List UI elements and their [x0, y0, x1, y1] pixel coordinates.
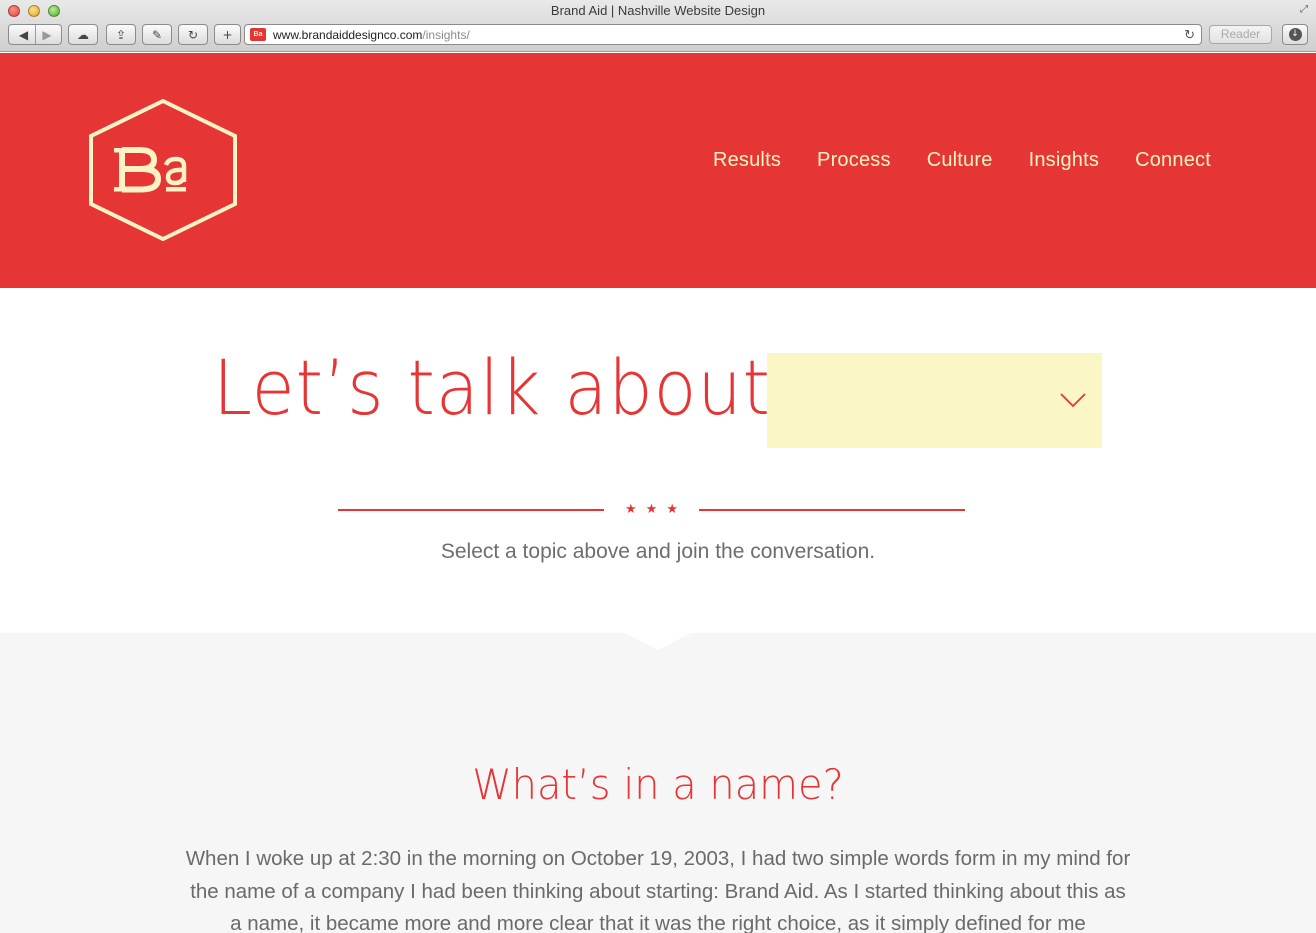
back-forward-buttons: ◀ ▶	[8, 24, 62, 45]
main-nav: Results Process Culture Insights Connect	[713, 149, 1211, 172]
download-icon: ↓	[1288, 28, 1302, 41]
wrench-icon: ✎	[151, 27, 163, 42]
new-tab-button[interactable]: +	[214, 24, 241, 45]
reader-button[interactable]: Reader	[1209, 25, 1272, 44]
nav-connect[interactable]: Connect	[1135, 149, 1211, 172]
site-favicon-icon: Ba	[250, 28, 266, 41]
nav-process[interactable]: Process	[817, 149, 891, 172]
icloud-tabs-button[interactable]: ☁	[68, 24, 98, 45]
address-bar[interactable]: Ba www.brandaiddesignco.com/insights/ ↻	[244, 24, 1202, 45]
browser-toolbar: Brand Aid | Nashville Website Design ⤢ ◀…	[0, 0, 1316, 52]
section-notch	[625, 633, 691, 650]
logo-monogram-icon	[114, 147, 187, 193]
window-title: Brand Aid | Nashville Website Design	[550, 3, 766, 18]
share-icon: ⇪	[115, 27, 127, 42]
nav-insights[interactable]: Insights	[1029, 149, 1100, 172]
history-button[interactable]: ↻	[178, 24, 208, 45]
article-body: When I woke up at 2:30 in the morning on…	[185, 847, 1131, 933]
nav-results[interactable]: Results	[713, 149, 781, 172]
tools-button[interactable]: ✎	[142, 24, 172, 45]
divider-line-left	[338, 509, 604, 511]
cloud-icon: ☁	[77, 27, 89, 42]
forward-arrow-icon[interactable]: ▶	[35, 25, 58, 44]
brand-logo[interactable]	[88, 98, 238, 242]
reload-icon[interactable]: ↻	[1184, 27, 1195, 43]
divider-line-right	[699, 509, 965, 511]
plus-icon: +	[222, 27, 233, 42]
star-divider: ★★★	[338, 500, 965, 520]
chevron-down-icon	[1060, 393, 1086, 408]
site-header: Results Process Culture Insights Connect	[0, 53, 1316, 288]
topic-headline: Let’s talk about	[213, 343, 771, 432]
url-host: www.brandaiddesignco.com	[273, 27, 423, 42]
back-arrow-icon[interactable]: ◀	[12, 25, 35, 44]
topic-select-dropdown[interactable]	[767, 353, 1102, 448]
article-title[interactable]: What’s in a name?	[33, 760, 1283, 809]
url-path: /insights/	[422, 27, 470, 42]
topic-prompt: Select a topic above and join the conver…	[440, 540, 876, 563]
fullscreen-icon[interactable]: ⤢	[1298, 4, 1310, 16]
nav-culture[interactable]: Culture	[927, 149, 993, 172]
star-icons: ★★★	[625, 502, 687, 517]
history-icon: ↻	[187, 27, 199, 42]
share-button[interactable]: ⇪	[106, 24, 136, 45]
downloads-button[interactable]: ↓	[1282, 24, 1308, 45]
